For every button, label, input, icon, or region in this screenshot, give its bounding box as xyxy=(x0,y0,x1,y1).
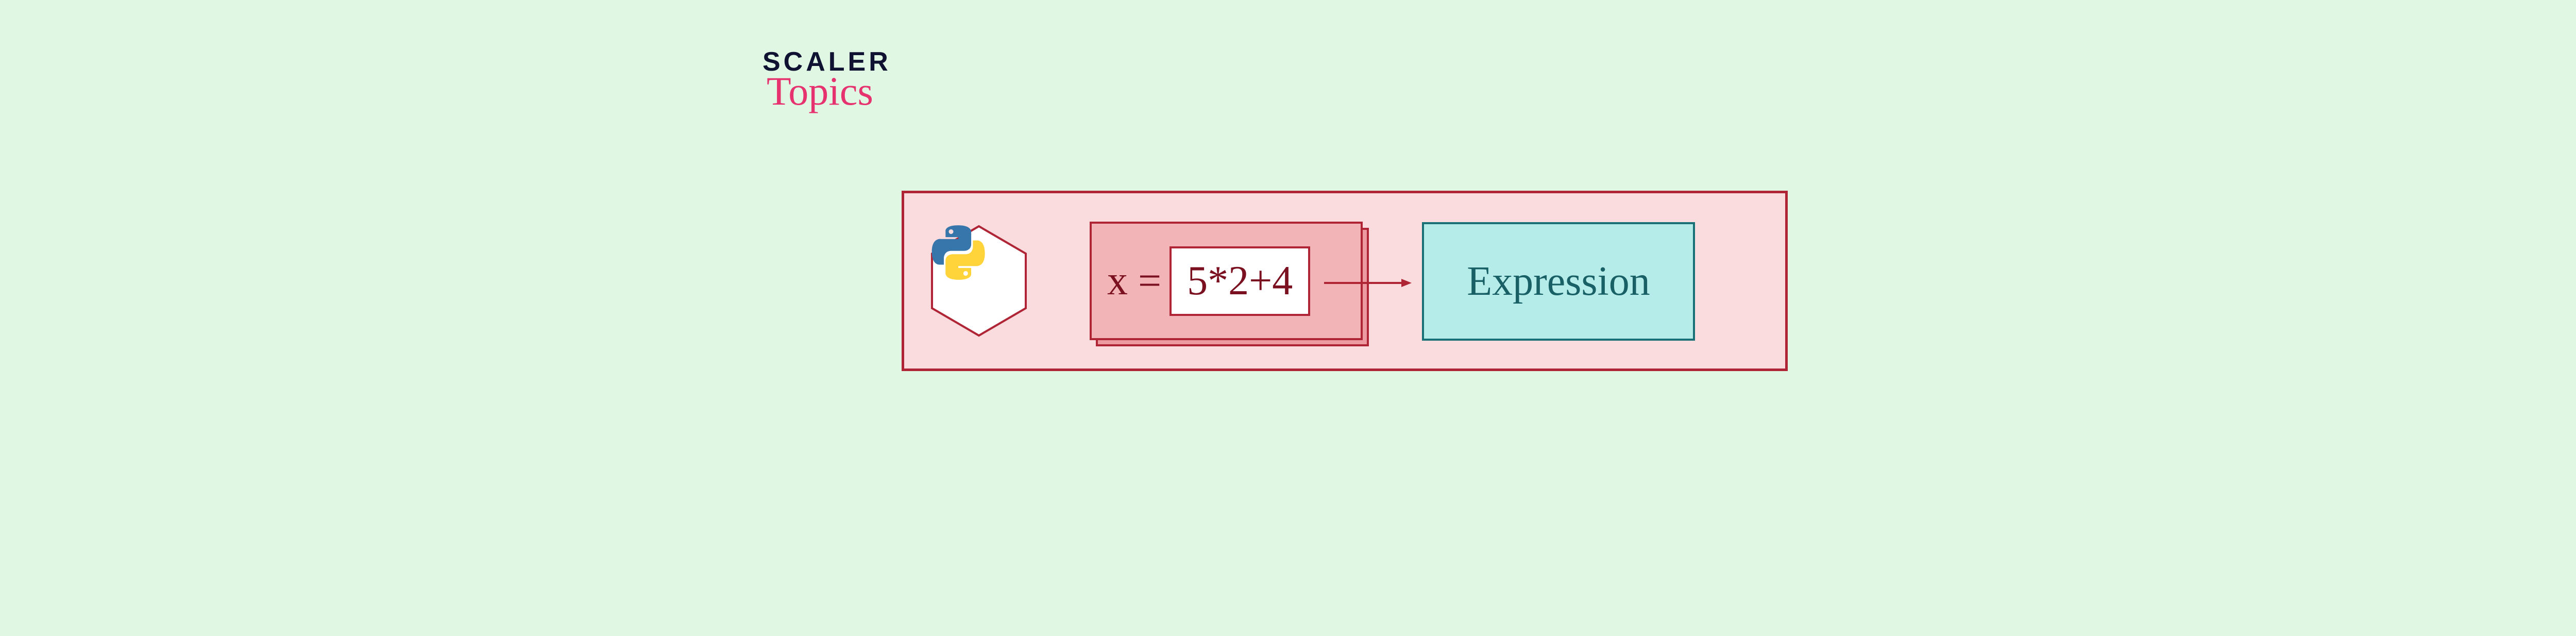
result-label: Expression xyxy=(1467,258,1650,305)
assignment-front: x = 5*2+4 xyxy=(1090,222,1363,340)
logo-line2: Topics xyxy=(767,68,891,114)
variable-label: x = xyxy=(1107,258,1161,305)
result-box: Expression xyxy=(1422,222,1695,341)
assignment-box: x = 5*2+4 xyxy=(1090,222,1363,340)
python-logo-icon xyxy=(930,224,987,281)
expression-value-box: 5*2+4 xyxy=(1170,246,1310,316)
arrow-icon xyxy=(1324,278,1412,288)
python-hexagon xyxy=(930,224,1028,338)
expression-diagram: x = 5*2+4 Expression xyxy=(902,191,1788,371)
scaler-topics-logo: SCALER Topics xyxy=(762,46,891,114)
